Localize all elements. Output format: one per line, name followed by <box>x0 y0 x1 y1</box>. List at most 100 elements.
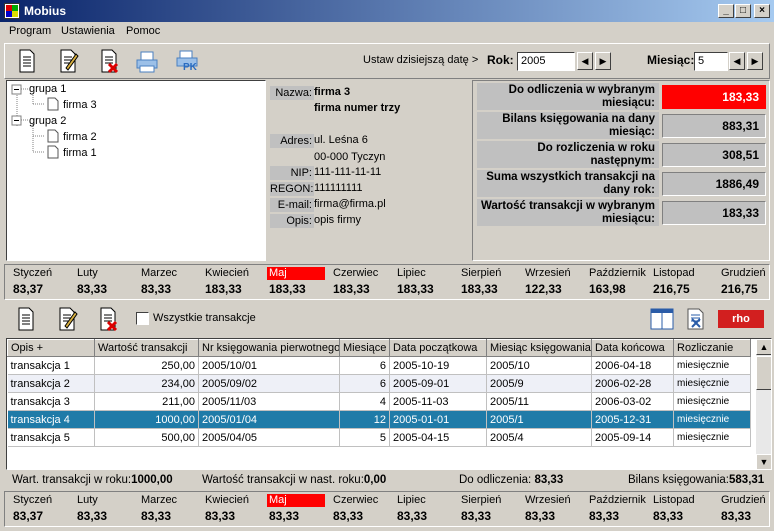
month-cell[interactable]: Lipiec 183,33 <box>395 267 459 296</box>
month-next-button[interactable]: ▶ <box>747 52 763 70</box>
tree-item-firma-1[interactable]: firma 1 <box>63 147 97 159</box>
tree-item-firma-2[interactable]: firma 2 <box>63 131 97 143</box>
document-icon <box>47 129 59 143</box>
delete-transaction-icon[interactable] <box>96 306 120 332</box>
maximize-button[interactable]: □ <box>735 4 751 18</box>
menu-ustawienia[interactable]: Ustawienia <box>61 25 115 37</box>
month-value: 83,33 <box>525 509 556 523</box>
month-value: 83,33 <box>205 509 236 523</box>
table-row[interactable]: transakcja 5 500,00 2005/04/05 5 2005-04-15 2… <box>7 428 751 447</box>
column-header[interactable]: Miesiąc księgowania <box>486 339 592 357</box>
month-name: Listopad <box>653 494 695 506</box>
column-header[interactable]: Wartość transakcji <box>94 339 199 357</box>
column-header[interactable]: Nr księgowania pierwotnego <box>198 339 340 357</box>
column-header[interactable]: Opis + <box>7 339 95 357</box>
table-row[interactable]: transakcja 4 1000,00 2005/01/04 12 2005-01-0… <box>7 410 751 429</box>
month-cell[interactable]: Październik 83,33 <box>587 494 651 523</box>
month-cell[interactable]: Czerwiec 183,33 <box>331 267 395 296</box>
column-header[interactable]: Data początkowa <box>389 339 487 357</box>
month-cell[interactable]: Sierpień 183,33 <box>459 267 523 296</box>
all-transactions-checkbox[interactable] <box>136 312 149 325</box>
month-cell[interactable]: Marzec 83,33 <box>139 494 203 523</box>
month-cell[interactable]: Maj 183,33 <box>267 267 331 296</box>
month-cell[interactable]: Październik 163,98 <box>587 267 651 296</box>
print-icon[interactable] <box>135 48 159 74</box>
deduct-label: Do odliczenia: <box>459 474 532 486</box>
tree-group-1[interactable]: grupa 1 <box>29 83 66 95</box>
scroll-down-button[interactable]: ▼ <box>756 454 771 469</box>
table-row[interactable]: transakcja 1 250,00 2005/10/01 6 2005-10-19 2… <box>7 356 751 375</box>
month-cell[interactable]: Sierpień 83,33 <box>459 494 523 523</box>
scroll-up-button[interactable]: ▲ <box>756 339 771 355</box>
month-cell[interactable]: Listopad 83,33 <box>651 494 715 523</box>
email-value: firma@firma.pl <box>314 198 386 210</box>
month-cell[interactable]: Grudzień 216,75 <box>719 267 774 296</box>
minimize-button[interactable]: _ <box>718 4 734 18</box>
table-row[interactable]: transakcja 3 211,00 2005/11/03 4 2005-11-03 2… <box>7 392 751 411</box>
month-cell[interactable]: Luty 83,33 <box>75 267 139 296</box>
table-cell: 2005/11/03 <box>198 392 340 411</box>
month-cell[interactable]: Luty 83,33 <box>75 494 139 523</box>
tree-group-2[interactable]: grupa 2 <box>29 115 66 127</box>
month-name: Kwiecień <box>205 267 250 279</box>
month-cell[interactable]: Maj 83,33 <box>267 494 331 523</box>
column-header[interactable]: Rozliczanie <box>673 339 751 357</box>
pk-document-icon[interactable]: PK <box>175 48 203 76</box>
columns-layout-icon[interactable] <box>650 308 674 330</box>
month-cell[interactable]: Styczeń 83,37 <box>11 494 75 523</box>
months-strip-bottom: Styczeń 83,37 Luty 83,33 Marzec 83,33 Kwiecień… <box>4 491 770 527</box>
menu-program[interactable]: Program <box>9 25 51 37</box>
month-name: Sierpień <box>461 267 502 279</box>
summary-label-balance: Bilans księgowania na dany miesiąc: <box>477 112 659 139</box>
column-header[interactable]: Miesiące <box>339 339 390 357</box>
set-today-button[interactable]: Ustaw dzisiejszą datę > <box>363 54 478 66</box>
month-cell[interactable]: Lipiec 83,33 <box>395 494 459 523</box>
month-cell[interactable]: Wrzesień 83,33 <box>523 494 587 523</box>
month-cell[interactable]: Marzec 83,33 <box>139 267 203 296</box>
table-cell: 2005/01/04 <box>198 410 340 429</box>
month-name: Listopad <box>653 267 695 279</box>
month-cell[interactable]: Wrzesień 122,33 <box>523 267 587 296</box>
year-input[interactable]: 2005 <box>517 52 575 71</box>
month-input[interactable]: 5 <box>694 52 728 71</box>
year-prev-button[interactable]: ◀ <box>577 52 593 70</box>
table-row[interactable]: transakcja 2 234,00 2005/09/02 6 2005-09-01 2… <box>7 374 751 393</box>
month-cell[interactable]: Kwiecień 183,33 <box>203 267 267 296</box>
close-button[interactable]: × <box>754 4 770 18</box>
table-cell: 250,00 <box>94 356 199 375</box>
table-scrollbar[interactable]: ▲ ▼ <box>756 339 771 469</box>
edit-transaction-icon[interactable] <box>55 306 79 332</box>
summary-label-next-year: Do rozliczenia w roku następnym: <box>477 141 659 168</box>
table-cell: transakcja 4 <box>7 410 95 429</box>
month-cell[interactable]: Listopad 216,75 <box>651 267 715 296</box>
table-cell: 211,00 <box>94 392 199 411</box>
month-value: 83,33 <box>77 509 108 523</box>
month-cell[interactable]: Kwiecień 83,33 <box>203 494 267 523</box>
column-header[interactable]: Data końcowa <box>591 339 674 357</box>
table-header-row: Opis + Wartość transakcji Nr księgowania p… <box>7 339 751 357</box>
address-line-1: ul. Leśna 6 <box>314 134 368 146</box>
table-cell: 5 <box>339 428 390 447</box>
month-name: Sierpień <box>461 494 502 506</box>
month-value: 183,33 <box>397 282 434 296</box>
year-next-button[interactable]: ▶ <box>595 52 611 70</box>
menu-pomoc[interactable]: Pomoc <box>126 25 160 37</box>
scroll-thumb[interactable] <box>756 356 771 390</box>
month-prev-button[interactable]: ◀ <box>729 52 745 70</box>
tree-item-firma-3[interactable]: firma 3 <box>63 99 97 111</box>
table-cell: 234,00 <box>94 374 199 393</box>
month-value: 216,75 <box>653 282 690 296</box>
table-cell: 2006-02-28 <box>591 374 674 393</box>
month-value: 163,98 <box>589 282 626 296</box>
month-cell[interactable]: Czerwiec 83,33 <box>331 494 395 523</box>
month-cell[interactable]: Grudzień 83,33 <box>719 494 774 523</box>
month-name: Październik <box>589 494 646 506</box>
export-icon[interactable] <box>684 308 708 330</box>
delete-document-icon[interactable] <box>97 48 121 74</box>
edit-document-icon[interactable] <box>56 48 80 74</box>
table-cell: 2005/1 <box>486 410 592 429</box>
new-transaction-icon[interactable] <box>14 306 38 332</box>
new-document-icon[interactable] <box>15 48 39 74</box>
nip-value: 111-111-11-11 <box>314 166 382 178</box>
month-cell[interactable]: Styczeń 83,37 <box>11 267 75 296</box>
